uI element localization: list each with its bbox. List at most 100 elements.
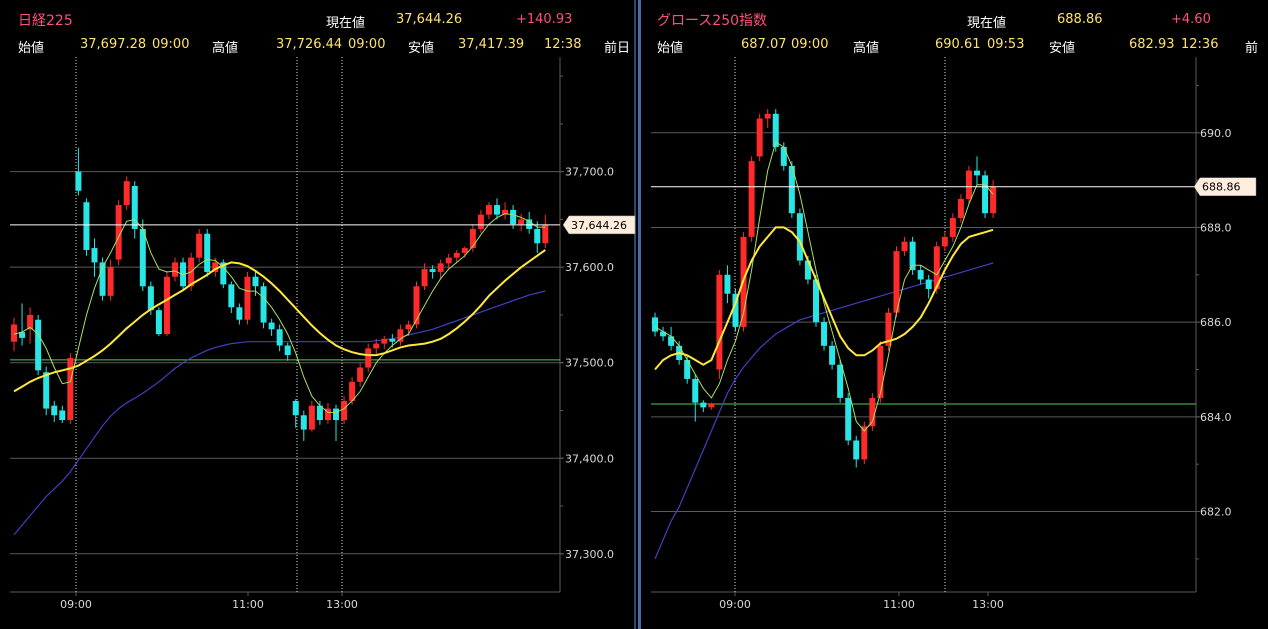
y-tick-label: 684.0 xyxy=(1200,411,1232,424)
candle-body xyxy=(853,440,860,460)
candlestick xyxy=(853,435,860,468)
candlestick xyxy=(365,343,372,373)
candlestick xyxy=(11,317,17,352)
candlestick xyxy=(764,109,771,129)
candle-body xyxy=(469,228,476,249)
candlestick xyxy=(692,374,699,422)
candlestick xyxy=(413,281,420,329)
candle-body xyxy=(204,233,211,272)
candle-body xyxy=(829,345,836,365)
moving-average-mid xyxy=(13,249,546,393)
candlestick xyxy=(276,324,283,352)
candlestick xyxy=(316,400,323,425)
candle-body xyxy=(163,276,170,335)
candlestick xyxy=(268,318,275,336)
candle-body xyxy=(260,286,267,323)
x-tick-label: 13:00 xyxy=(326,598,358,611)
candle-body xyxy=(405,324,412,330)
candle-body xyxy=(445,257,452,264)
y-tick-label: 37,400.0 xyxy=(565,452,614,465)
candle-body xyxy=(51,405,58,416)
candle-body xyxy=(196,233,203,258)
y-tick-label: 37,700.0 xyxy=(565,166,614,179)
candlestick xyxy=(901,236,908,256)
candlestick xyxy=(333,404,339,442)
candlestick xyxy=(397,324,404,346)
candle-body xyxy=(341,400,348,421)
candle-body xyxy=(917,270,924,280)
candle-body xyxy=(925,279,932,289)
candle-body xyxy=(716,274,723,370)
candlestick xyxy=(228,281,235,314)
current-price-tag: 688.86 xyxy=(1193,177,1257,196)
candlestick xyxy=(756,113,763,162)
candle-body xyxy=(437,263,444,272)
candle-body xyxy=(83,202,90,250)
moving-average-long xyxy=(654,262,994,560)
candle-body xyxy=(300,415,307,430)
candlestick xyxy=(300,410,307,442)
candlestick-chart: 690.0 688.0 686.0 684.0 682.0 09:00 11:00 13:00… xyxy=(651,57,1257,611)
candle-body xyxy=(252,276,259,287)
nikkei225-panel: 日経225 現在値 37,644.26 +140.93 始値 37,697.28… xyxy=(0,0,636,629)
candlestick xyxy=(204,228,211,277)
candle-body xyxy=(172,262,178,277)
candle-body xyxy=(542,225,549,244)
candle-body xyxy=(268,322,275,330)
candle-body xyxy=(982,175,989,214)
x-tick-label: 13:00 xyxy=(972,598,1004,611)
y-tick-label: 37,300.0 xyxy=(565,548,614,561)
candlestick xyxy=(27,307,34,344)
candle-body xyxy=(244,276,251,320)
candle-body xyxy=(796,213,803,261)
candlestick xyxy=(357,362,364,387)
candle-body xyxy=(292,400,299,416)
candle-body xyxy=(901,241,908,252)
candlestick xyxy=(196,228,203,263)
candlestick xyxy=(75,147,82,196)
candlestick xyxy=(260,282,267,329)
candle-body xyxy=(837,364,844,398)
candle-body xyxy=(75,171,82,191)
y-tick-label: 690.0 xyxy=(1200,127,1232,140)
candlestick xyxy=(772,109,779,152)
candlestick xyxy=(893,246,900,318)
candle-body xyxy=(357,367,364,382)
candlestick xyxy=(83,198,90,256)
candle-body xyxy=(43,372,50,409)
candle-body xyxy=(147,286,154,311)
candle-body xyxy=(764,113,771,119)
candle-body xyxy=(365,348,372,368)
candle-body xyxy=(748,161,755,237)
candle-body xyxy=(477,214,484,229)
candlestick xyxy=(821,317,828,351)
candle-body xyxy=(990,186,997,214)
candle-body xyxy=(123,181,130,206)
candlestick xyxy=(67,353,74,424)
candlestick xyxy=(716,270,723,379)
candle-body xyxy=(708,404,715,408)
candlestick xyxy=(957,194,964,223)
x-tick-label: 09:00 xyxy=(60,598,92,611)
candle-body xyxy=(284,345,291,356)
candle-body xyxy=(228,284,235,308)
candle-body xyxy=(510,209,517,225)
candle-body xyxy=(494,205,500,215)
candlestick xyxy=(35,314,42,376)
candlestick xyxy=(974,156,980,185)
candlestick xyxy=(788,161,795,218)
candle-body xyxy=(421,269,428,287)
candlestick xyxy=(453,249,460,264)
candle-body xyxy=(821,322,828,346)
candle-body xyxy=(461,248,468,253)
candlestick xyxy=(700,400,707,413)
y-tick-label: 686.0 xyxy=(1200,316,1232,329)
candle-body xyxy=(59,410,66,421)
price-tag-label: 688.86 xyxy=(1202,181,1241,194)
candle-body xyxy=(453,252,460,258)
candlestick xyxy=(19,303,26,346)
candle-body xyxy=(534,228,541,244)
candlestick xyxy=(917,265,924,285)
x-tick-label: 11:00 xyxy=(232,598,264,611)
candlestick xyxy=(660,326,667,342)
